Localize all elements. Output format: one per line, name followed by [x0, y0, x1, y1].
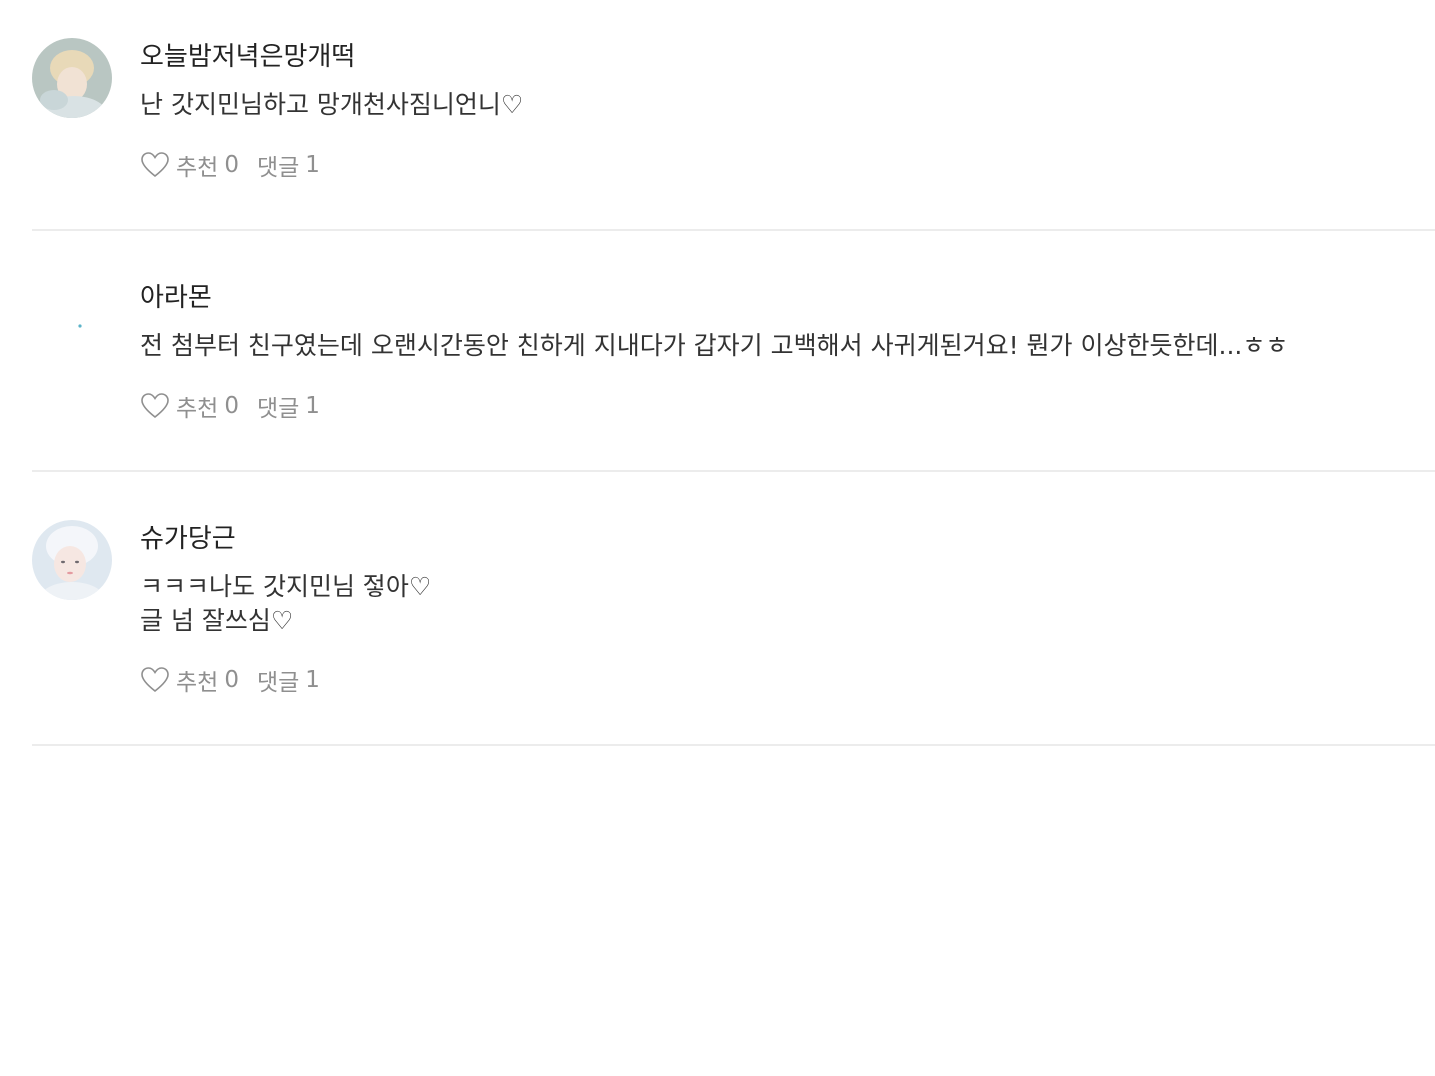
- reply-button[interactable]: 댓글 1: [257, 389, 320, 423]
- like-label: 추천: [176, 155, 219, 181]
- comment-item: 아라몬 전 첨부터 친구였는데 오랜시간동안 친하게 지내다가 갑자기 고백해서…: [32, 231, 1435, 472]
- avatar[interactable]: [32, 279, 112, 359]
- like-count: 0: [224, 393, 239, 419]
- like-button[interactable]: 추천 0: [140, 389, 239, 423]
- heart-outline-icon: [140, 150, 170, 180]
- like-label: 추천: [176, 670, 219, 696]
- reply-count: 1: [305, 393, 320, 419]
- reply-label: 댓글: [256, 396, 300, 422]
- comment-text: 난 갓지민님하고 망개천사짐니언니♡: [140, 90, 524, 119]
- avatar[interactable]: [32, 520, 112, 600]
- reply-label: 댓글: [256, 670, 300, 696]
- comment-author[interactable]: 오늘밤저녁은망개떡: [140, 40, 1435, 74]
- heart-outline-icon: [140, 665, 170, 695]
- heart-outline-icon: [140, 391, 170, 421]
- like-count: 0: [224, 152, 239, 178]
- comment-list: 오늘밤저녁은망개떡 난 갓지민님하고 망개천사짐니언니♡ 추천 0 댓글 1 아…: [32, 0, 1435, 746]
- avatar[interactable]: [32, 38, 112, 118]
- comment-author[interactable]: 슈가당근: [140, 522, 1435, 556]
- comment-item: 오늘밤저녁은망개떡 난 갓지민님하고 망개천사짐니언니♡ 추천 0 댓글 1: [32, 0, 1435, 231]
- comment-item: 슈가당근 ㅋㅋㅋ나도 갓지민님 젛아♡ 글 넘 잘쓰심♡ 추천 0 댓글 1: [32, 472, 1435, 746]
- reply-label: 댓글: [256, 155, 300, 181]
- comment-author[interactable]: 아라몬: [140, 281, 1435, 315]
- comment-text: 전 첨부터 친구였는데 오랜시간동안 친하게 지내다가 갑자기 고백해서 사귀게…: [140, 331, 1289, 360]
- reply-button[interactable]: 댓글 1: [257, 663, 320, 697]
- reply-button[interactable]: 댓글 1: [257, 148, 320, 182]
- comment-text: ㅋㅋㅋ나도 갓지민님 젛아♡ 글 넘 잘쓰심♡: [140, 572, 432, 635]
- reply-count: 1: [305, 152, 320, 178]
- reply-count: 1: [305, 667, 320, 693]
- like-button[interactable]: 추천 0: [140, 663, 239, 697]
- like-count: 0: [224, 667, 239, 693]
- like-button[interactable]: 추천 0: [140, 148, 239, 182]
- like-label: 추천: [176, 396, 219, 422]
